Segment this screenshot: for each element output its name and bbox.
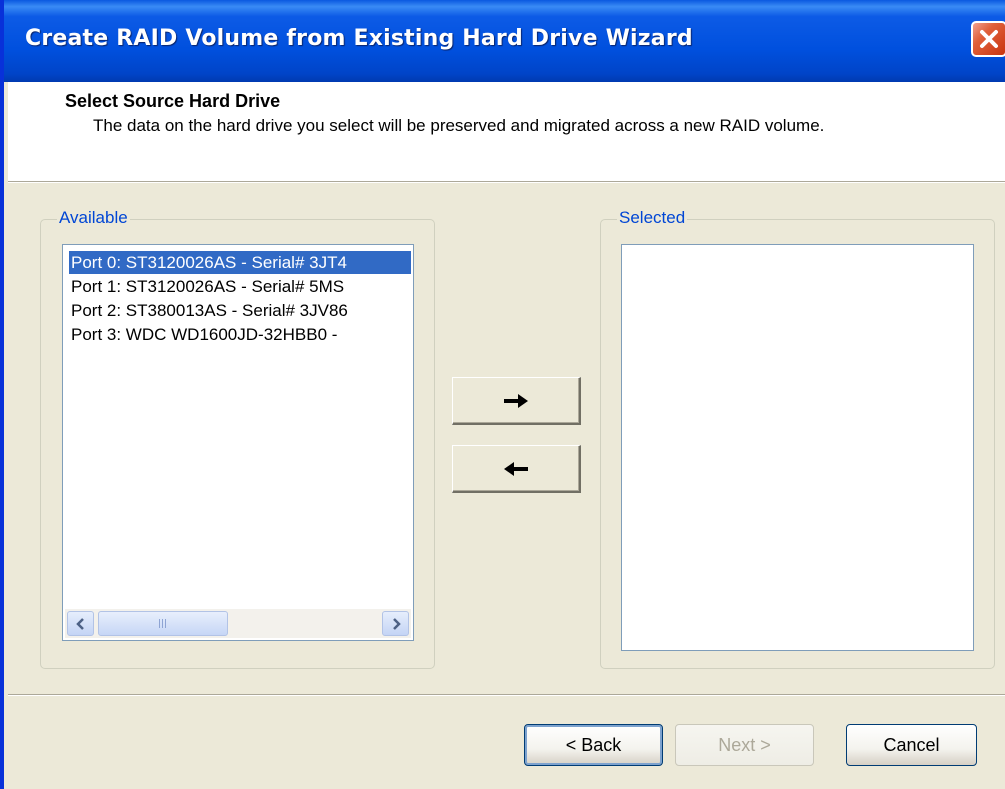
arrow-left-icon [504,461,528,476]
header-panel: Select Source Hard Drive The data on the… [8,82,1005,181]
page-title: Select Source Hard Drive [65,91,281,111]
arrow-right-icon [504,393,528,408]
grip-icon [158,619,168,628]
scroll-left-icon [75,617,84,630]
page-description: The data on the hard drive you select wi… [93,116,825,135]
available-label: Available [57,208,130,228]
scroll-right-icon [392,617,401,630]
back-button[interactable]: < Back [524,724,663,766]
selected-listbox[interactable] [621,244,974,651]
list-item[interactable]: Port 1: ST3120026AS - Serial# 5MS [69,275,411,298]
list-item[interactable]: Port 2: ST380013AS - Serial# 3JV86 [69,299,411,322]
scroll-right-button[interactable] [382,611,409,636]
close-button[interactable] [971,21,1005,57]
close-icon [980,30,998,48]
scrollbar-thumb[interactable] [98,611,228,636]
add-button[interactable] [452,377,581,425]
scroll-left-button[interactable] [67,611,94,636]
list-item[interactable]: Port 0: ST3120026AS - Serial# 3JT4 [69,251,411,274]
title-bar[interactable]: Create RAID Volume from Existing Hard Dr… [4,0,1005,82]
horizontal-scrollbar[interactable] [65,609,411,638]
list-item[interactable]: Port 3: WDC WD1600JD-32HBB0 - [69,323,411,346]
remove-button[interactable] [452,445,581,493]
wizard-window: Create RAID Volume from Existing Hard Dr… [0,0,1005,789]
cancel-button[interactable]: Cancel [846,724,977,766]
window-title: Create RAID Volume from Existing Hard Dr… [25,26,693,51]
footer-divider [8,694,1005,696]
header-divider [8,181,1005,183]
available-listbox[interactable]: Port 0: ST3120026AS - Serial# 3JT4 Port … [62,244,414,641]
next-button[interactable]: Next > [675,724,814,766]
selected-label: Selected [617,208,688,228]
